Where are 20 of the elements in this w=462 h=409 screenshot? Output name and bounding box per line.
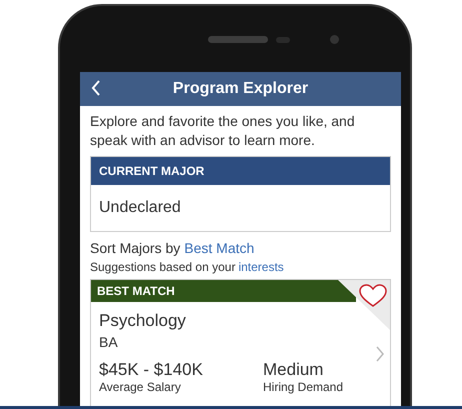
current-major-heading: CURRENT MAJOR bbox=[91, 157, 390, 185]
speaker-grille bbox=[208, 36, 268, 43]
salary-value: $45K - $140K bbox=[99, 360, 204, 380]
degree-type: BA bbox=[99, 333, 119, 352]
back-icon bbox=[91, 80, 101, 96]
sort-option-link[interactable]: Best Match bbox=[184, 238, 254, 259]
best-match-banner: BEST MATCH bbox=[91, 280, 356, 302]
demand-value: Medium bbox=[263, 360, 324, 380]
intro-text: Explore and favorite the ones you like, and speak with an advisor to learn more. bbox=[90, 112, 356, 150]
heart-icon bbox=[359, 284, 387, 308]
current-major-value: Undeclared bbox=[98, 198, 182, 218]
chevron-right-icon bbox=[376, 346, 384, 362]
favorite-button[interactable] bbox=[358, 283, 388, 309]
major-name: Psychology bbox=[99, 310, 187, 332]
screen-title: Program Explorer bbox=[172, 79, 308, 99]
salary-label: Average Salary bbox=[99, 380, 182, 394]
demand-label: Hiring Demand bbox=[263, 380, 344, 394]
sort-label: Sort Majors by bbox=[90, 239, 180, 258]
suggestions-text: Suggestions based on your bbox=[90, 259, 236, 275]
interests-link[interactable]: interests bbox=[238, 259, 284, 275]
